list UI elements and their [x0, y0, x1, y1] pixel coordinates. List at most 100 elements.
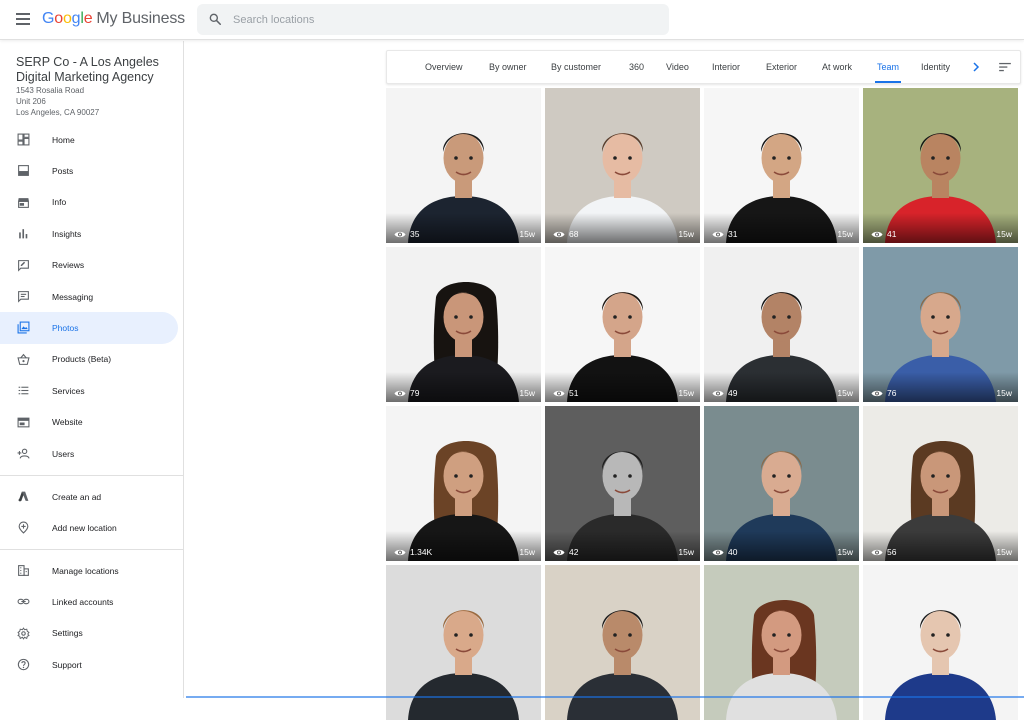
sidebar-item-support[interactable]: Support: [0, 649, 178, 680]
photo-age: 15w: [996, 388, 1012, 398]
business-address: 1543 Rosalia Road Unit 206 Los Angeles, …: [16, 85, 167, 118]
search-input[interactable]: [233, 10, 653, 29]
sidebar-item-photos[interactable]: Photos: [0, 312, 178, 344]
sidebar-item-linked-accounts[interactable]: Linked accounts: [0, 586, 178, 617]
website-icon: [17, 417, 30, 427]
business-name[interactable]: SERP Co - A Los Angeles Digital Marketin…: [16, 55, 167, 84]
photo-tile[interactable]: 41 15w: [863, 88, 1018, 243]
search-icon: [209, 13, 222, 26]
sidebar-item-label: Products (Beta): [52, 354, 112, 365]
photo-tile[interactable]: 49 15w: [704, 247, 859, 402]
building-icon: [18, 565, 29, 576]
tab-interior[interactable]: Interior: [712, 51, 740, 83]
sidebar-item-messaging[interactable]: Messaging: [0, 281, 178, 312]
sidebar-item-label: Users: [52, 448, 75, 459]
sidebar-item-add-new-location[interactable]: Add new location: [0, 512, 178, 543]
top-app-bar: Google My Business: [0, 0, 1024, 40]
view-count: 79: [394, 388, 419, 398]
tab-360[interactable]: 360: [629, 51, 644, 83]
photo-age: 15w: [678, 388, 694, 398]
dashboard-icon: [17, 133, 30, 146]
sidebar-item-posts[interactable]: Posts: [0, 155, 178, 186]
sidebar-item-label: Create an ad: [52, 491, 102, 502]
tab-by-customer[interactable]: By customer: [551, 51, 601, 83]
logo-product-text: My Business: [96, 10, 185, 27]
sidebar-item-users[interactable]: Users: [0, 438, 178, 469]
link-icon: [17, 599, 30, 605]
photo-tile[interactable]: 76 15w: [863, 247, 1018, 402]
photo-tile[interactable]: 79 15w: [386, 247, 541, 402]
tertiary-nav: Manage locations Linked accounts Settings S…: [0, 555, 184, 681]
sidebar-item-label: Info: [52, 197, 67, 208]
tab-by-owner[interactable]: By owner: [489, 51, 527, 83]
chevron-right-icon[interactable]: [970, 61, 982, 73]
photo-age: 15w: [996, 229, 1012, 239]
photo-tile[interactable]: 40 15w: [704, 406, 859, 561]
sidebar-item-label: Manage locations: [52, 565, 119, 576]
photo-age: 15w: [519, 547, 535, 557]
view-count: 76: [871, 388, 896, 398]
view-count-value: 49: [728, 388, 738, 398]
secondary-nav: Create an ad Add new location: [0, 481, 184, 544]
view-count-value: 42: [569, 547, 579, 557]
sidebar-item-website[interactable]: Website: [0, 407, 178, 438]
tab-video[interactable]: Video: [666, 51, 689, 83]
nav-divider: [0, 475, 184, 476]
view-count-value: 76: [887, 388, 897, 398]
tab-exterior[interactable]: Exterior: [766, 51, 797, 83]
photo-tile[interactable]: 56 15w: [863, 406, 1018, 561]
search-bar[interactable]: [197, 4, 669, 35]
sidebar-item-products-beta[interactable]: Products (Beta): [0, 344, 178, 375]
sidebar-item-settings[interactable]: Settings: [0, 618, 178, 649]
sidebar-item-label: Services: [52, 385, 85, 396]
view-count-value: 31: [728, 229, 738, 239]
eye-icon: [712, 549, 724, 555]
sidebar-item-home[interactable]: Home: [0, 124, 178, 155]
business-info: SERP Co - A Los Angeles Digital Marketin…: [0, 41, 183, 118]
photo-tile[interactable]: 42 15w: [545, 406, 700, 561]
sidebar-item-label: Posts: [52, 166, 74, 177]
eye-icon: [394, 231, 406, 237]
sidebar-item-label: Home: [52, 134, 75, 145]
ads-icon: [18, 491, 29, 502]
posts-icon: [18, 165, 29, 177]
view-count: 31: [712, 229, 737, 239]
eye-icon: [394, 390, 406, 396]
view-count: 42: [553, 547, 578, 557]
view-count: 41: [871, 229, 896, 239]
sort-icon[interactable]: [998, 61, 1012, 73]
view-count-value: 41: [887, 229, 897, 239]
sidebar-item-create-an-ad[interactable]: Create an ad: [0, 481, 178, 512]
tab-team[interactable]: Team: [874, 51, 902, 83]
eye-icon: [553, 231, 565, 237]
view-count: 35: [394, 229, 419, 239]
sidebar-item-label: Messaging: [52, 291, 94, 302]
eye-icon: [871, 231, 883, 237]
sidebar-item-manage-locations[interactable]: Manage locations: [0, 555, 178, 586]
reviews-icon: [18, 259, 29, 272]
sidebar-item-reviews[interactable]: Reviews: [0, 250, 178, 281]
nav-divider: [0, 549, 184, 550]
sidebar-item-services[interactable]: Services: [0, 375, 178, 406]
photo-tile[interactable]: 31 15w: [704, 88, 859, 243]
view-count-value: 35: [410, 229, 420, 239]
address-line: 1543 Rosalia Road: [16, 86, 85, 95]
sidebar-item-info[interactable]: Info: [0, 187, 178, 218]
photo-age: 15w: [678, 547, 694, 557]
bar-chart-icon: [19, 229, 28, 239]
photo-tile[interactable]: 51 15w: [545, 247, 700, 402]
photo-tile[interactable]: 68 15w: [545, 88, 700, 243]
view-count-value: 1.34K: [410, 547, 433, 557]
tab-identity[interactable]: Identity: [921, 51, 950, 83]
add-location-icon: [18, 521, 29, 535]
sidebar-item-insights[interactable]: Insights: [0, 218, 178, 249]
tab-at-work[interactable]: At work: [822, 51, 852, 83]
photo-tile[interactable]: 35 15w: [386, 88, 541, 243]
basket-icon: [17, 353, 30, 365]
view-count-value: 40: [728, 547, 738, 557]
tab-overview[interactable]: Overview: [425, 51, 463, 83]
app-logo[interactable]: Google My Business: [42, 10, 185, 28]
view-count: 49: [712, 388, 737, 398]
photo-tile[interactable]: 1.34K 15w: [386, 406, 541, 561]
menu-icon[interactable]: [16, 13, 30, 25]
